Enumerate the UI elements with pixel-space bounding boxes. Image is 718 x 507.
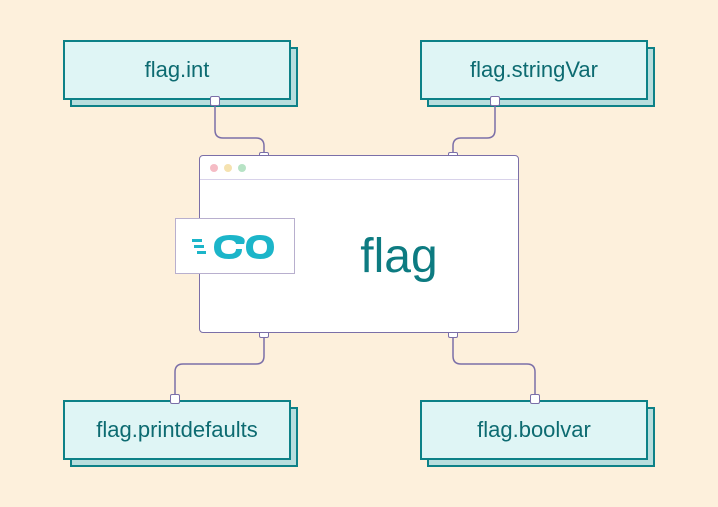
- go-logo-icon: [192, 229, 278, 263]
- connector-dot: [210, 96, 220, 106]
- connector-dot: [530, 394, 540, 404]
- connector-dot: [170, 394, 180, 404]
- traffic-light-yellow: [224, 164, 232, 172]
- go-logo-box: [175, 218, 295, 274]
- package-title: flag: [360, 229, 437, 284]
- traffic-light-red: [210, 164, 218, 172]
- window-titlebar: [200, 156, 518, 180]
- connector-dot: [490, 96, 500, 106]
- traffic-light-green: [238, 164, 246, 172]
